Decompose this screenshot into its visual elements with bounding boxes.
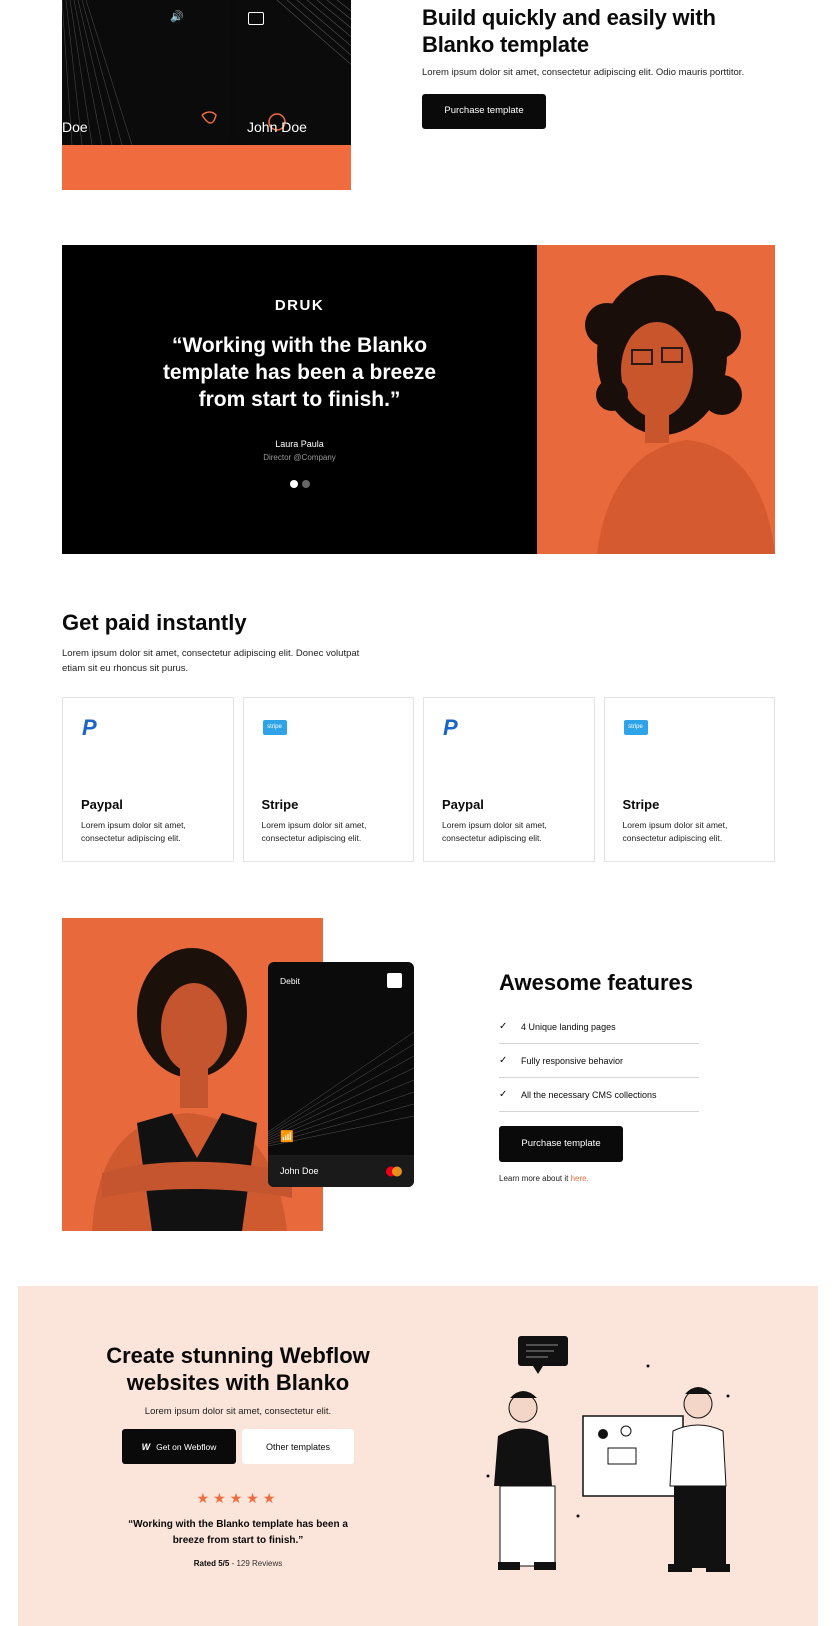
rating-label: Rated 5/5 [193, 1559, 230, 1568]
card-chip-icon [248, 12, 264, 25]
payment-card-text: Lorem ipsum dolor sit amet, consectetur … [261, 820, 367, 843]
check-icon: ✓ [499, 1021, 508, 1032]
nfc-icon: 🔊 [170, 11, 184, 23]
features-text: Awesome features ✓ 4 Unique landing pages… [499, 970, 699, 1183]
payment-card: stripe Stripe Lorem ipsum dolor sit amet… [242, 697, 414, 862]
get-on-webflow-button[interactable]: W Get on Webflow [122, 1429, 236, 1464]
rating-summary: Rated 5/5 - 129 Reviews [98, 1559, 378, 1568]
debit-card: Debit 📶 John Doe [268, 962, 414, 1187]
testimonial-content: DRUK “Working with the Blanko template h… [62, 245, 537, 554]
cta-quote: “Working with the Blanko template has be… [128, 1519, 348, 1546]
payment-card-title: Paypal [442, 797, 484, 812]
learn-more-link[interactable]: here. [571, 1174, 589, 1183]
hero-orange-band [62, 145, 351, 190]
feature-item: ✓ 4 Unique landing pages [499, 1010, 699, 1044]
testimonial-author: Laura Paula [275, 439, 324, 449]
testimonial-photo [537, 245, 775, 554]
purchase-template-button[interactable]: Purchase template [422, 94, 546, 129]
paypal-icon: P [443, 715, 458, 740]
cta-content: Create stunning Webflow websites with Bl… [98, 1342, 378, 1568]
stripe-logo-text: stripe [623, 720, 648, 735]
cta-title: Create stunning Webflow websites with Bl… [106, 1343, 370, 1395]
hero-title: Build quickly and easily with Blanko tem… [422, 5, 716, 57]
cta-buttons: W Get on Webflow Other templates [98, 1429, 378, 1464]
presentation-illustration [486, 1336, 730, 1572]
feature-label: All the necessary CMS collections [521, 1089, 657, 1100]
payment-card: P Paypal Lorem ipsum dolor sit amet, con… [423, 697, 595, 862]
slider-dot-1[interactable] [289, 480, 298, 488]
check-icon: ✓ [499, 1089, 508, 1100]
other-templates-button[interactable]: Other templates [242, 1429, 354, 1464]
hero-card-right-name: John Doe [247, 119, 307, 135]
testimonial-role: Director @Company [263, 453, 336, 462]
feature-label: Fully responsive behavior [521, 1055, 624, 1066]
hero-card-left: Doe 🔊 [62, 0, 230, 145]
cta-description: Lorem ipsum dolor sit amet, consectetur … [144, 1406, 332, 1417]
payment-card-text: Lorem ipsum dolor sit amet, consectetur … [622, 820, 728, 843]
payment-card-text: Lorem ipsum dolor sit amet, consectetur … [81, 820, 186, 843]
wifi-icon: 📶 [280, 1131, 294, 1143]
features-title: Awesome features [499, 970, 694, 995]
feature-item: ✓ Fully responsive behavior [499, 1044, 699, 1078]
learn-more-text: Learn more about it here. [499, 1174, 699, 1183]
stripe-logo-text: stripe [262, 720, 287, 735]
payment-card-title: Stripe [622, 797, 660, 812]
payment-card-title: Paypal [81, 797, 123, 812]
slider-dots [62, 480, 537, 488]
slider-dot-2[interactable] [301, 480, 310, 488]
hero-description: Lorem ipsum dolor sit amet, consectetur … [422, 67, 745, 78]
payments-title: Get paid instantly [62, 610, 247, 635]
feature-label: 4 Unique landing pages [521, 1021, 616, 1032]
testimonial-quote: “Working with the Blanko template has be… [162, 334, 437, 411]
learn-more-label: Learn more about it [499, 1174, 569, 1183]
testimonial-section: DRUK “Working with the Blanko template h… [62, 245, 775, 554]
cta-section: Create stunning Webflow websites with Bl… [18, 1286, 818, 1626]
features-list: ✓ 4 Unique landing pages ✓ Fully responsiv… [499, 1010, 699, 1112]
purchase-template-button[interactable]: Purchase template [499, 1126, 623, 1162]
review-count: - 129 Reviews [231, 1559, 283, 1568]
card-holder-name: John Doe [280, 1166, 319, 1176]
payment-card-text: Lorem ipsum dolor sit amet, consectetur … [442, 820, 547, 843]
stripe-icon: stripe [623, 717, 648, 739]
hero-card-image: Doe 🔊 John Doe [62, 0, 351, 190]
payment-card: stripe Stripe Lorem ipsum dolor sit amet… [603, 697, 775, 862]
payment-cards: P Paypal Lorem ipsum dolor sit amet, con… [62, 697, 775, 862]
feature-item: ✓ All the necessary CMS collections [499, 1078, 699, 1112]
payment-card-title: Stripe [261, 797, 299, 812]
company-logo: DRUK [274, 297, 325, 314]
hero-card-left-name: Doe [62, 119, 88, 135]
check-icon: ✓ [499, 1055, 508, 1066]
paypal-icon: P [82, 715, 97, 740]
webflow-icon: W [141, 1441, 151, 1452]
payments-description: Lorem ipsum dolor sit amet, consectetur … [62, 648, 360, 674]
card-pattern-lines [268, 1031, 414, 1147]
stripe-icon: stripe [262, 717, 287, 739]
payment-card: P Paypal Lorem ipsum dolor sit amet, con… [62, 697, 234, 862]
woman-portrait-illustration [585, 275, 775, 554]
rating-stars: ★★★★★ [196, 1490, 280, 1506]
hero-text: Build quickly and easily with Blanko tem… [422, 4, 762, 129]
mastercard-icon [386, 1166, 402, 1177]
get-on-webflow-label: Get on Webflow [156, 1441, 217, 1452]
